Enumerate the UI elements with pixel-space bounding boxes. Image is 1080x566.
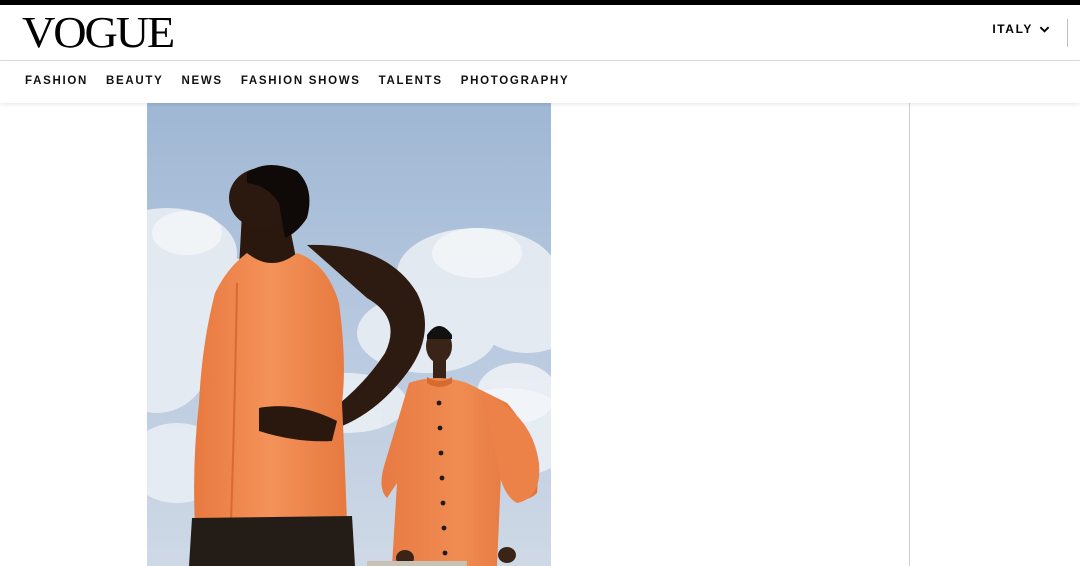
edition-selector[interactable]: ITALY: [992, 22, 1050, 36]
photo-illustration: [147, 103, 551, 566]
chevron-down-icon: [1039, 26, 1050, 33]
article-hero-photo[interactable]: [147, 103, 551, 566]
page: VOGUE ITALY FASHION BEAUTY NEWS FASHION …: [0, 0, 1080, 566]
nav-item-talents[interactable]: TALENTS: [379, 75, 443, 87]
main-nav: FASHION BEAUTY NEWS FASHION SHOWS TALENT…: [0, 61, 1080, 103]
nav-item-fashion[interactable]: FASHION: [25, 75, 88, 87]
vogue-logo[interactable]: VOGUE: [22, 9, 175, 57]
nav-item-news[interactable]: NEWS: [182, 75, 223, 87]
masthead: VOGUE ITALY: [0, 5, 1080, 61]
nav-item-fashion-shows[interactable]: FASHION SHOWS: [241, 75, 361, 87]
sidebar-divider: [909, 103, 910, 566]
nav-item-photography[interactable]: PHOTOGRAPHY: [461, 75, 570, 87]
nav-item-beauty[interactable]: BEAUTY: [106, 75, 163, 87]
edition-label: ITALY: [992, 22, 1033, 36]
header-divider: [1067, 19, 1068, 47]
